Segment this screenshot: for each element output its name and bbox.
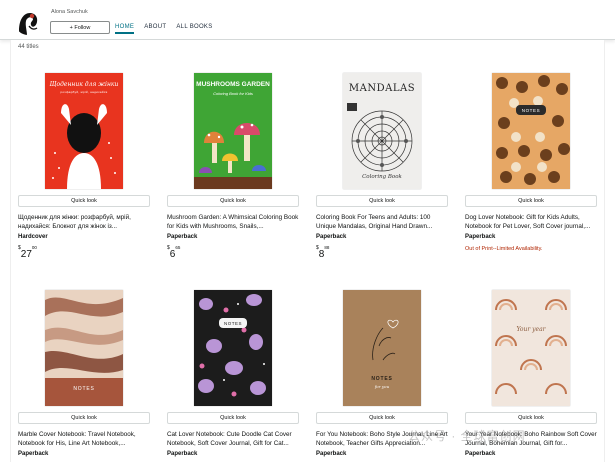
book-format: Paperback <box>316 234 347 240</box>
book-cover-image[interactable]: NOTES <box>45 290 123 406</box>
book-format: Paperback <box>167 451 198 457</box>
quick-look-button[interactable]: Quick look <box>465 412 597 424</box>
book-title-link[interactable]: Cat Lover Notebook: Cute Doodle Cat Cove… <box>167 430 299 448</box>
book-price: $665 <box>167 245 181 260</box>
nav-all-books-tab[interactable]: ALL BOOKS <box>176 24 212 34</box>
book-price: $888 <box>316 245 330 260</box>
book-format: Paperback <box>465 451 496 457</box>
book-cover-image[interactable]: Your year <box>492 290 570 406</box>
book-cover-image[interactable]: NOTES <box>194 290 272 406</box>
store-nav: HOME ABOUT ALL BOOKS <box>115 24 213 34</box>
quick-look-button[interactable]: Quick look <box>167 195 299 207</box>
book-cover-image[interactable]: MUSHROOMS GARDEN Coloring Book for Kids <box>194 73 272 189</box>
store-header: Alona Savchuk + Follow HOME ABOUT ALL BO… <box>0 0 615 40</box>
book-title-link[interactable]: Щоденник для жінки: розфарбуй, мрій, над… <box>18 213 150 231</box>
author-avatar[interactable] <box>15 9 41 35</box>
book-card: NOTES Quick look Cat Lover Notebook: Cut… <box>167 290 299 457</box>
cover-title: NOTES <box>371 376 393 382</box>
cover-title: NOTES <box>223 321 242 326</box>
book-card: NOTES Quick look Dog Lover Notebook: Gif… <box>465 73 597 252</box>
quick-look-button[interactable]: Quick look <box>167 412 299 424</box>
results-count: 44 titles <box>18 44 39 50</box>
book-card: MUSHROOMS GARDEN Coloring Book for Kids … <box>167 73 299 262</box>
watermark-text: 公众号 · 全球富创网 <box>408 429 526 443</box>
book-format: Paperback <box>316 451 347 457</box>
book-title-link[interactable]: Mushroom Garden: A Whimsical Coloring Bo… <box>167 213 299 231</box>
cover-title: NOTES <box>73 386 95 392</box>
book-price: $2700 <box>18 245 37 260</box>
quick-look-button[interactable]: Quick look <box>18 412 150 424</box>
book-cover-image[interactable]: MANDALAS Coloring Book <box>343 73 421 189</box>
quick-look-button[interactable]: Quick look <box>316 195 448 207</box>
nav-home-tab[interactable]: HOME <box>115 24 135 34</box>
book-cover-image[interactable]: NOTES for you <box>343 290 421 406</box>
book-format: Paperback <box>465 234 496 240</box>
cover-subtitle: for you <box>374 384 390 389</box>
book-title-link[interactable]: Marble Cover Notebook: Travel Notebook, … <box>18 430 150 448</box>
book-format: Paperback <box>18 451 49 457</box>
follow-button[interactable]: + Follow <box>50 21 110 34</box>
book-card: NOTES Quick look Marble Cover Notebook: … <box>18 290 150 457</box>
book-format: Paperback <box>167 234 198 240</box>
nav-about-tab[interactable]: ABOUT <box>144 24 166 34</box>
book-card: Щоденник для жінки розфарбуй, мрій, нади… <box>18 73 150 262</box>
book-title-link[interactable]: Dog Lover Notebook: Gift for Kids Adults… <box>465 213 597 231</box>
quick-look-button[interactable]: Quick look <box>465 195 597 207</box>
quick-look-button[interactable]: Quick look <box>316 412 448 424</box>
quick-look-button[interactable]: Quick look <box>18 195 150 207</box>
book-title-link[interactable]: Coloring Book For Teens and Adults: 100 … <box>316 213 448 231</box>
book-format: Hardcover <box>18 234 48 240</box>
availability-status: Out of Print--Limited Availability. <box>465 246 543 252</box>
cover-subtitle: Coloring Book <box>362 174 402 180</box>
cover-title: NOTES <box>521 108 541 113</box>
book-card: MANDALAS Coloring Book Quick look Colori… <box>316 73 448 262</box>
book-cover-image[interactable]: Щоденник для жінки розфарбуй, мрій, нади… <box>45 73 123 189</box>
book-cover-image[interactable]: NOTES <box>492 73 570 189</box>
cover-title: Your year <box>516 326 546 333</box>
author-name[interactable]: Alona Savchuk <box>51 9 88 15</box>
